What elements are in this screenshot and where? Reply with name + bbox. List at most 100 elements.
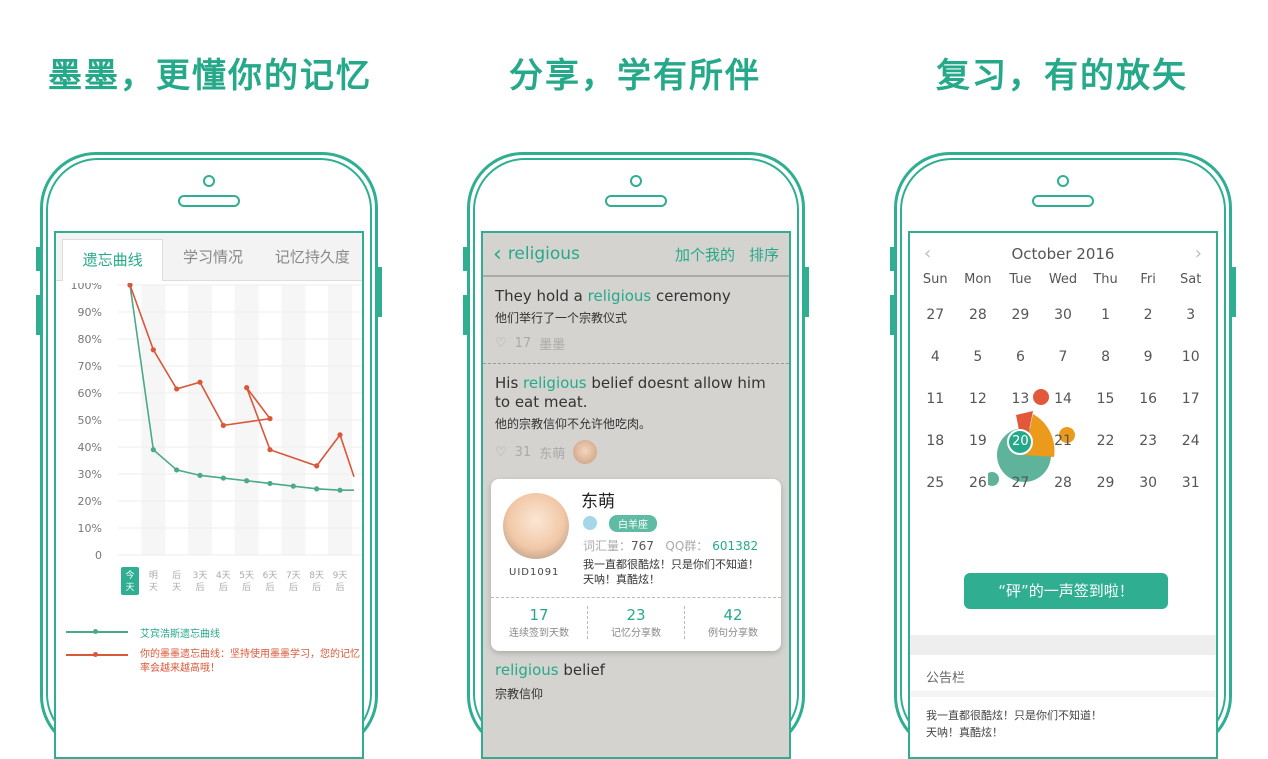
nav-bar: ‹ religious 加个我的 排序 — [483, 233, 789, 277]
chevron-left-icon[interactable]: ‹ — [493, 242, 502, 267]
power-button — [1232, 267, 1236, 317]
add-mine-button[interactable]: 加个我的 — [675, 244, 735, 265]
y-tick-label: 60% — [78, 387, 102, 400]
calendar-day[interactable]: 30 — [1042, 301, 1085, 329]
y-tick-label: 0 — [95, 549, 102, 562]
vocab-info: 词汇量：767 QQ群： 601382 — [583, 539, 759, 553]
calendar-day[interactable]: 6 — [999, 343, 1042, 371]
tab-memory-durability[interactable]: 记忆持久度 — [263, 233, 362, 280]
side-button — [463, 247, 467, 271]
weekday-label: Fri — [1140, 272, 1156, 287]
data-point — [244, 385, 250, 391]
calendar-day[interactable]: 11 — [914, 385, 957, 413]
user-profile-popup: UID1091 东萌 白羊座 词汇量：767 QQ群： 601382 我一直都很酷… — [491, 479, 781, 651]
avatar[interactable] — [573, 440, 598, 464]
calendar-day[interactable]: 17 — [1169, 385, 1212, 413]
calendar-day[interactable]: 23 — [1127, 427, 1170, 455]
calendar-day[interactable]: 10 — [1169, 343, 1212, 371]
x-tick-label: 天 — [149, 583, 158, 593]
y-tick-label: 90% — [78, 306, 102, 319]
phone-frame-share: ‹ religious 加个我的 排序 They hold a religiou… — [463, 152, 809, 759]
user-stats: 17 连续签到天数 23 记忆分享数 42 例句分享数 — [491, 597, 781, 639]
x-tick-label: 9天 — [333, 571, 348, 581]
phrase-zh: 宗教信仰 — [495, 687, 544, 701]
screen: ‹ religious 加个我的 排序 They hold a religiou… — [481, 231, 791, 759]
power-button — [805, 267, 809, 317]
calendar-day[interactable]: 8 — [1084, 343, 1127, 371]
calendar-day[interactable]: 25 — [914, 469, 957, 497]
weekday-label: Wed — [1048, 272, 1078, 287]
like-count: 17 — [514, 336, 532, 351]
data-point — [174, 467, 180, 473]
heart-icon[interactable]: ♡ — [495, 445, 507, 460]
y-tick-label: 80% — [78, 333, 102, 346]
sentence-item[interactable]: They hold a religious ceremony 他们举行了一个宗教… — [483, 277, 789, 364]
data-point — [220, 422, 226, 428]
nav-word-title: religious — [507, 244, 580, 264]
heart-icon[interactable]: ♡ — [495, 336, 507, 351]
headline-memory: 墨墨，更懂你的记忆 — [48, 56, 372, 96]
checkin-button[interactable]: “砰”的一声签到啦！ — [964, 573, 1168, 609]
calendar-day[interactable]: 4 — [914, 343, 957, 371]
calendar-day[interactable]: 22 — [1084, 427, 1127, 455]
data-point — [197, 472, 203, 478]
stat-checkin-days: 17 连续签到天数 — [491, 606, 588, 639]
user-name: 东萌 — [581, 492, 615, 512]
tab-forgetting-curve[interactable]: 遗忘曲线 — [62, 239, 164, 281]
calendar-day[interactable]: 24 — [1169, 427, 1212, 455]
stat-sentence-shares: 42 例句分享数 — [708, 606, 758, 639]
calendar-day[interactable]: 2 — [1127, 301, 1170, 329]
screen: 遗忘曲线 学习情况 记忆持久度 0 10% 20% 30% 40% 50% 60% 70% 80… — [54, 231, 364, 759]
x-tick-label: 天 — [172, 583, 181, 593]
side-button — [890, 295, 894, 335]
chevron-left-icon[interactable]: ‹ — [924, 243, 931, 264]
sentence-en: His religious belief doesnt allow him to… — [495, 374, 766, 411]
calendar-day[interactable]: 1 — [1084, 301, 1127, 329]
calendar-day[interactable]: 18 — [914, 427, 957, 455]
tab-bar: 遗忘曲线 学习情况 记忆持久度 — [56, 233, 362, 281]
data-point — [150, 447, 156, 453]
x-tick-label: 7天 — [286, 571, 301, 581]
data-point — [337, 432, 343, 438]
x-tick-label: 后 — [312, 582, 321, 593]
sentence-item[interactable]: His religious belief doesnt allow him to… — [483, 364, 789, 474]
sentence-zh: 他们举行了一个宗教仪式 — [495, 311, 628, 325]
x-tick-label: 后 — [289, 582, 298, 593]
forgetting-curve-chart: 010%20%30%40%50%60%70%80%90%100%今天明天后天3天… — [71, 283, 362, 595]
data-point — [174, 386, 180, 392]
y-tick-label: 10% — [78, 522, 102, 535]
x-tick-label: 后 — [219, 582, 228, 593]
x-tick-label: 后 — [335, 582, 344, 593]
speaker-icon — [1032, 195, 1094, 207]
x-tick-label: 5天 — [239, 571, 254, 581]
calendar-day[interactable]: 30 — [1127, 469, 1170, 497]
calendar-day[interactable]: 5 — [957, 343, 1000, 371]
chart-legend: 艾宾浩斯遗忘曲线 你的墨墨遗忘曲线：坚持使用墨墨学习，您的记忆率会越来越高哦！ — [66, 625, 362, 684]
x-tick-label: 后 — [195, 582, 204, 593]
y-tick-label: 100% — [71, 283, 102, 292]
calendar-day[interactable]: 29 — [999, 301, 1042, 329]
side-button — [36, 247, 40, 271]
calendar-day[interactable]: 27 — [914, 301, 957, 329]
phrase-item[interactable]: religious belief 宗教信仰 — [483, 661, 789, 702]
data-point — [244, 478, 250, 484]
stat-memory-shares: 23 记忆分享数 — [588, 606, 685, 639]
calendar-day[interactable]: 31 — [1169, 469, 1212, 497]
data-point — [127, 283, 133, 288]
calendar-day[interactable]: 29 — [1084, 469, 1127, 497]
calendar-day[interactable]: 9 — [1127, 343, 1170, 371]
calendar-day[interactable]: 15 — [1084, 385, 1127, 413]
profile-avatar — [503, 493, 569, 559]
sentence-meta: ♡ 17 墨墨 — [495, 334, 777, 353]
calendar-day[interactable]: 16 — [1127, 385, 1170, 413]
tab-study-status[interactable]: 学习情况 — [163, 233, 262, 280]
sort-button[interactable]: 排序 — [749, 244, 779, 265]
weekday-label: Sat — [1180, 272, 1202, 287]
sentence-meta: ♡ 31 东萌 — [495, 440, 777, 464]
x-tick-label: 后 — [242, 582, 251, 593]
calendar-day[interactable]: 7 — [1042, 343, 1085, 371]
chevron-right-icon[interactable]: › — [1195, 243, 1202, 264]
month-title: October 2016 — [1011, 244, 1115, 263]
calendar-day[interactable]: 3 — [1169, 301, 1212, 329]
calendar-day[interactable]: 28 — [957, 301, 1000, 329]
